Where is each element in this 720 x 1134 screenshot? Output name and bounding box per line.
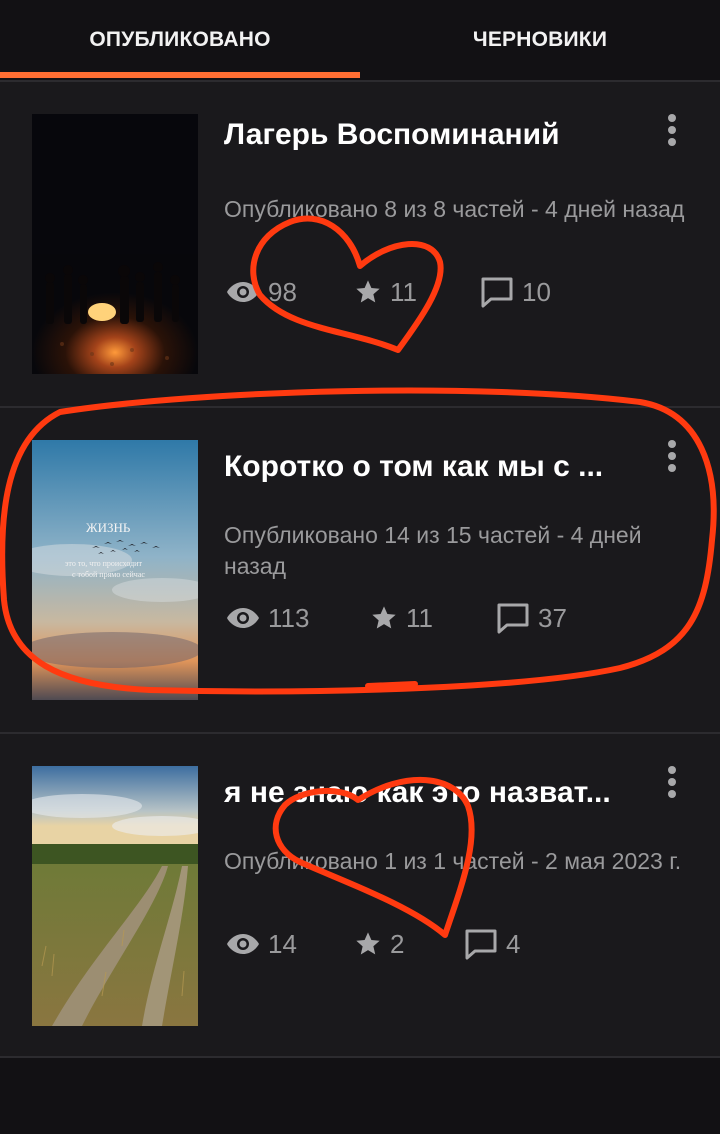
- tab-bar: ОПУБЛИКОВАНО ЧЕРНОВИКИ: [0, 0, 720, 80]
- story-stats: 14 2 4: [226, 926, 520, 962]
- tab-published[interactable]: ОПУБЛИКОВАНО: [0, 0, 360, 80]
- comment-icon: [481, 277, 513, 308]
- view-count: 113: [268, 602, 310, 633]
- eye-icon: [227, 608, 259, 628]
- comment-icon: [497, 603, 529, 634]
- tab-drafts[interactable]: ЧЕРНОВИКИ: [360, 0, 720, 80]
- story-stats: 113 11 37: [226, 600, 567, 636]
- eye-icon: [227, 934, 259, 954]
- story-cover: [32, 766, 198, 1026]
- star-icon: [356, 932, 380, 955]
- comment-icon: [465, 929, 497, 960]
- view-count: 14: [268, 928, 297, 959]
- story-publish-info: Опубликовано 14 из 15 частей - 4 дней на…: [224, 522, 642, 579]
- story-card[interactable]: я не знаю как это назват... Опубликовано…: [0, 732, 720, 1058]
- story-title[interactable]: я не знаю как это назват...: [224, 776, 644, 810]
- comment-count: 37: [538, 602, 567, 633]
- comment-count: 10: [522, 276, 551, 307]
- story-publish-info: Опубликовано 8 из 8 частей - 4 дней наза…: [224, 196, 685, 222]
- story-publish-info: Опубликовано 1 из 1 частей - 2 мая 2023 …: [224, 848, 682, 874]
- story-title[interactable]: Лагерь Воспоминаний: [224, 118, 644, 152]
- story-menu-button[interactable]: [654, 760, 690, 804]
- vote-count: 2: [390, 928, 405, 959]
- empty-list-footer: [0, 1060, 720, 1134]
- story-stats: 98 11 10: [226, 274, 551, 310]
- story-card[interactable]: Лагерь Воспоминаний Опубликовано 8 из 8 …: [0, 80, 720, 406]
- story-cover: ЖИЗНЬ это то, что происходит с тобой пря…: [32, 440, 198, 700]
- comment-count: 4: [506, 928, 521, 959]
- cover-title: ЖИЗНЬ: [86, 520, 131, 535]
- star-icon: [356, 280, 380, 303]
- story-menu-button[interactable]: [654, 108, 690, 152]
- active-tab-indicator: [0, 72, 360, 78]
- cover-subtitle: это то, что происходит: [65, 559, 142, 568]
- story-cover: [32, 114, 198, 374]
- vote-count: 11: [406, 602, 433, 633]
- eye-icon: [227, 282, 259, 302]
- cover-subtitle: с тобой прямо сейчас: [72, 570, 145, 579]
- story-menu-button[interactable]: [654, 434, 690, 478]
- star-icon: [372, 606, 396, 629]
- story-card[interactable]: ЖИЗНЬ это то, что происходит с тобой пря…: [0, 406, 720, 732]
- vote-count: 11: [390, 276, 417, 307]
- view-count: 98: [268, 276, 297, 307]
- story-title[interactable]: Коротко о том как мы с ...: [224, 450, 644, 484]
